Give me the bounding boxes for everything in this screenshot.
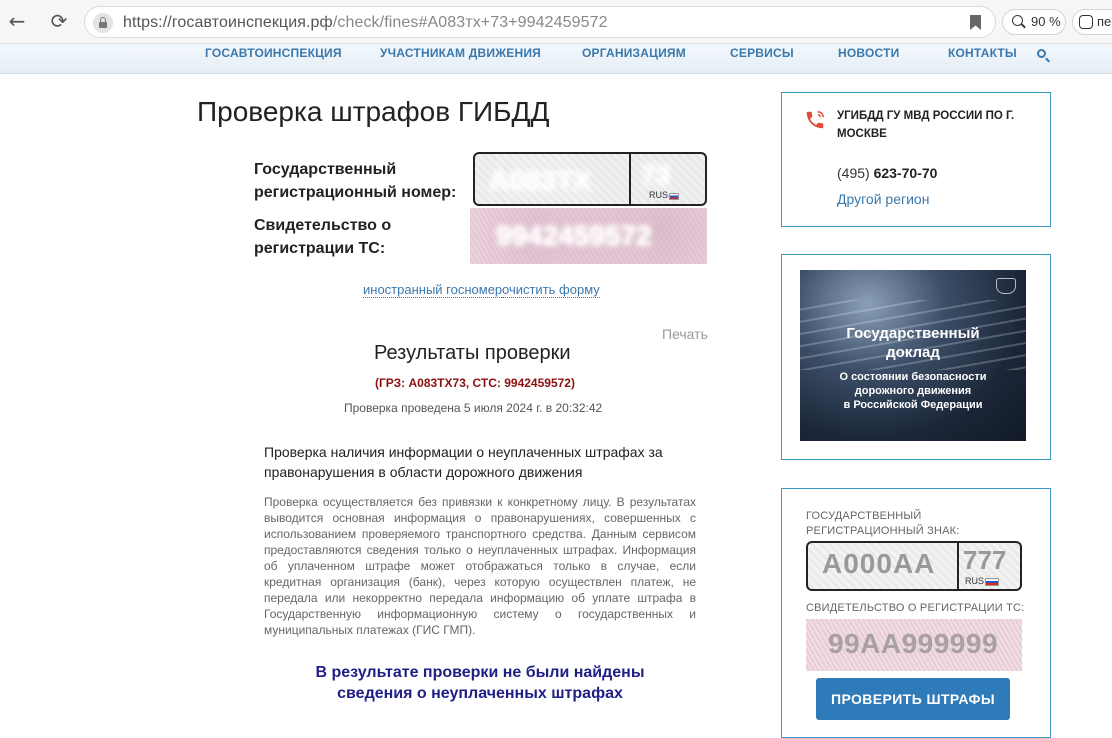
section-body: Проверка осуществляется без привязки к к… (264, 495, 696, 637)
search-icon[interactable] (1037, 49, 1046, 58)
results-subtitle: (ГРЗ: А083ТХ73, СТС: 9942459572) (375, 376, 575, 390)
sts-input[interactable]: 9942459572 (470, 208, 707, 264)
report-banner-box: Государственный доклад О состоянии безоп… (781, 254, 1051, 460)
nav-item-news[interactable]: НОВОСТИ (838, 46, 899, 60)
widget-plate-divider (957, 543, 959, 589)
widget-sts-input[interactable]: 99АА999999 (806, 619, 1022, 671)
sts-label: Свидетельство о регистрации ТС: (254, 217, 392, 257)
contact-box: УГИБДД ГУ МВД РОССИИ ПО Г. МОСКВЕ (495) … (781, 92, 1051, 227)
other-region-link[interactable]: Другой регион (837, 191, 929, 207)
widget-country: RUS (965, 576, 985, 586)
site-nav: ГОСАВТОИНСПЕКЦИЯ УЧАСТНИКАМ ДВИЖЕНИЯ ОРГ… (0, 44, 1112, 74)
plate-number-value: А083ТХ (489, 165, 592, 196)
widget-plate-label: ГОСУДАРСТВЕННЫЙ РЕГИСТРАЦИОННЫЙ ЗНАК: (806, 510, 960, 537)
zoom-icon (1012, 15, 1023, 26)
result-message: В результате проверки не были найдены св… (315, 664, 645, 702)
nav-item-services[interactable]: СЕРВИСЫ (730, 46, 794, 60)
zoom-level: 90 % (1031, 14, 1061, 29)
clear-form-link[interactable]: очистить форму (502, 282, 600, 298)
report-banner[interactable]: Государственный доклад О состоянии безоп… (800, 270, 1026, 441)
plate-input[interactable]: А083ТХ 73 RUS (473, 152, 707, 206)
address-bar[interactable]: https://госавтоинспекция.рф/check/fines#… (84, 6, 996, 38)
sts-value: 9942459572 (496, 220, 652, 251)
contact-heading: УГИБДД ГУ МВД РОССИИ ПО Г. МОСКВЕ (837, 110, 1015, 140)
plate-region-value: 73 (641, 160, 670, 190)
russia-flag-icon (669, 193, 679, 200)
page-title: Проверка штрафов ГИБДД (197, 96, 550, 127)
plate-divider (629, 154, 631, 204)
nav-item-gosavtoinspekciya[interactable]: ГОСАВТОИНСПЕКЦИЯ (205, 46, 342, 60)
widget-region-placeholder: 777 (963, 545, 1007, 575)
widget-sts-label: СВИДЕТЕЛЬСТВО О РЕГИСТРАЦИИ ТС: (806, 602, 1025, 614)
translate-icon (1079, 15, 1093, 29)
banner-title: Государственный доклад (846, 325, 980, 361)
foreign-plate-link[interactable]: иностранный госномер (363, 282, 503, 298)
section-heading: Проверка наличия информации о неуплаченн… (264, 444, 663, 480)
translate-button[interactable]: пе (1072, 9, 1112, 35)
nav-item-contacts[interactable]: КОНТАКТЫ (948, 46, 1017, 60)
bookmark-icon[interactable] (970, 15, 981, 30)
lock-icon[interactable] (93, 13, 113, 33)
nav-item-participants[interactable]: УЧАСТНИКАМ ДВИЖЕНИЯ (380, 46, 541, 60)
browser-toolbar: ← ⟳ https://госавтоинспекция.рф/check/fi… (0, 0, 1112, 44)
widget-plate-placeholder: А000АА (822, 548, 936, 579)
url-text: https://госавтоинспекция.рф/check/fines#… (123, 14, 608, 31)
zoom-button[interactable]: 90 % (1002, 9, 1066, 35)
results-title: Результаты проверки (374, 342, 571, 364)
nav-item-organizations[interactable]: ОРГАНИЗАЦИЯМ (582, 46, 686, 60)
phone-icon (806, 111, 824, 129)
contact-phone: (495) 623-70-70 (837, 165, 938, 181)
check-widget: ГОСУДАРСТВЕННЫЙ РЕГИСТРАЦИОННЫЙ ЗНАК: А0… (781, 488, 1051, 738)
banner-text: О состоянии безопасности дорожного движе… (839, 371, 987, 411)
plate-label: Государственный регистрационный номер: (254, 161, 457, 201)
russia-flag-icon (985, 578, 999, 586)
results-date: Проверка проведена 5 июля 2024 г. в 20:3… (344, 401, 603, 415)
widget-plate-input[interactable]: А000АА 777 RUS (806, 541, 1022, 591)
translate-label: пе (1097, 14, 1112, 29)
back-arrow-icon[interactable]: ← (6, 10, 28, 32)
reload-icon[interactable]: ⟳ (48, 10, 70, 32)
print-link[interactable]: Печать (662, 326, 708, 342)
plate-country: RUS (649, 190, 669, 200)
car-logo-icon (996, 278, 1016, 294)
widget-sts-placeholder: 99АА999999 (828, 628, 999, 659)
check-fines-button[interactable]: ПРОВЕРИТЬ ШТРАФЫ (816, 678, 1010, 720)
